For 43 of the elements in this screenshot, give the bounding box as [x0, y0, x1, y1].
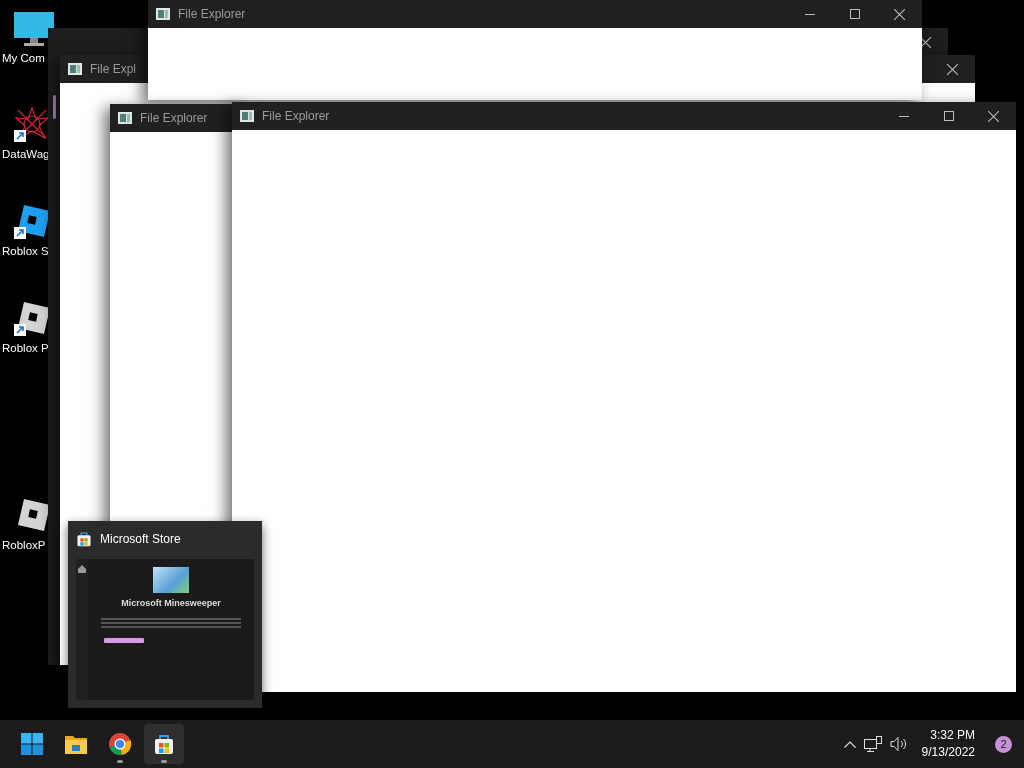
taskbar-preview[interactable]: Microsoft Store Microsoft Minesweeper	[68, 521, 262, 708]
shortcut-arrow-icon	[14, 130, 26, 142]
shortcut-arrow-icon	[14, 227, 26, 239]
desktop-icon-label[interactable]: Roblox S	[2, 245, 49, 257]
desktop-icon-label[interactable]: My Com	[2, 52, 45, 64]
window-title: File Explorer	[140, 111, 208, 125]
speaker-icon[interactable]	[889, 736, 908, 752]
notification-badge[interactable]: 2	[995, 735, 1012, 753]
shopping-bag-icon	[153, 733, 175, 755]
window-app-icon	[118, 112, 132, 124]
close-icon[interactable]	[988, 110, 999, 122]
close-icon[interactable]	[894, 8, 905, 20]
window-app-icon	[156, 8, 170, 20]
close-icon[interactable]	[920, 36, 931, 48]
chevron-up-icon[interactable]	[843, 740, 856, 748]
maximize-icon[interactable]	[849, 9, 860, 19]
window-app-icon	[68, 63, 82, 75]
scrollbar-thumb[interactable]	[53, 95, 56, 119]
desktop-icon-label[interactable]: RobloxP	[2, 539, 46, 551]
game-artwork	[153, 567, 189, 593]
preview-title: Microsoft Store	[100, 532, 181, 546]
network-icon[interactable]	[863, 736, 882, 752]
shortcut-arrow-icon	[14, 324, 26, 336]
desktop-icon-label[interactable]: Roblox P	[2, 342, 49, 354]
window-title: File Explorer	[262, 109, 330, 123]
browser-logo-icon	[108, 732, 132, 756]
shopping-bag-icon	[76, 531, 92, 547]
desktop-icon-label[interactable]: DataWag	[2, 148, 50, 160]
window-app-icon	[240, 110, 254, 122]
starburst-icon	[14, 106, 50, 142]
app-title: Microsoft Minesweeper	[121, 598, 221, 608]
minimize-icon[interactable]	[898, 115, 909, 117]
window-title: File Explorer	[178, 7, 246, 21]
windows-logo-icon	[21, 733, 43, 755]
home-icon	[78, 565, 86, 573]
folder-icon	[65, 734, 87, 754]
taskbar-app-button[interactable]	[144, 724, 184, 764]
close-icon[interactable]	[947, 63, 958, 75]
window-title: File Expl	[90, 62, 136, 76]
maximize-icon[interactable]	[943, 111, 954, 121]
minimize-icon[interactable]	[804, 13, 815, 15]
clock[interactable]: 3:32 PM 9/13/2022	[921, 727, 975, 761]
monitor-icon	[12, 10, 56, 48]
